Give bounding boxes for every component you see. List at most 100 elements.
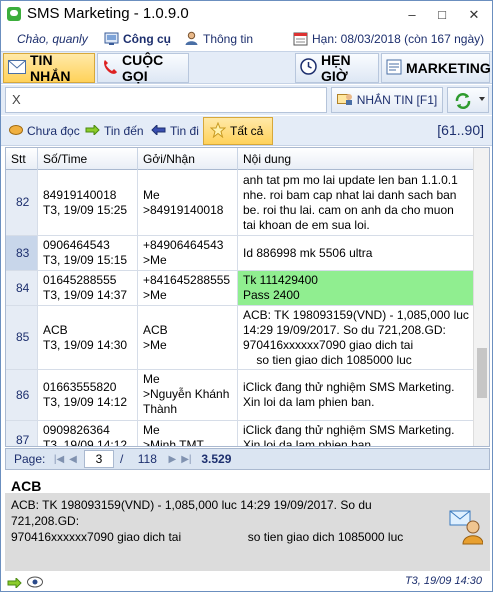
messages-grid: Stt Số/Time Gởi/Nhận Nội dung 82 8491914… — [5, 147, 490, 447]
chevron-down-icon[interactable] — [479, 97, 485, 101]
filter-incoming[interactable]: Tin đến — [79, 117, 150, 145]
filter-all-label: Tất cả — [230, 124, 264, 138]
header-content[interactable]: Nội dung — [238, 148, 474, 170]
incoming-arrow-icon — [85, 123, 100, 138]
window-title: SMS Marketing - 1.0.9.0 — [27, 5, 189, 22]
main-tab-bar: TIN NHẮN CUỘC GỌI HẸN GIỜ MARKETING — [1, 51, 492, 84]
phone-icon — [102, 59, 118, 78]
tools-menu[interactable]: Công cụ — [104, 31, 171, 46]
recipient-input[interactable]: X — [5, 87, 327, 113]
user-icon — [184, 31, 199, 46]
row-number-time: 01645288555 T3, 19/09 14:37 — [38, 271, 138, 305]
filter-unread-label: Chưa đọc — [27, 124, 80, 138]
filter-unread[interactable]: Chưa đọc — [3, 117, 86, 145]
row-from: +841645288555 — [143, 273, 231, 287]
send-message-label: NHẮN TIN [F1] — [356, 93, 438, 107]
grid-scrollbar[interactable] — [473, 148, 489, 446]
tab-calls-label: CUỘC GỌI — [122, 52, 164, 84]
row-from: ACB — [143, 323, 168, 337]
incoming-arrow-icon — [7, 576, 22, 591]
table-row[interactable]: 82 84919140018 T3, 19/09 15:25 Me >84919… — [6, 170, 474, 236]
row-number-time: 01663555820 T3, 19/09 14:12 — [38, 370, 138, 420]
table-row[interactable]: 83 0906464543 T3, 19/09 15:15 +849064645… — [6, 236, 474, 271]
unread-icon — [9, 124, 23, 138]
minimize-button[interactable]: – — [401, 6, 423, 24]
greeting-text: Chào, quanly — [17, 32, 88, 46]
refresh-button[interactable] — [447, 87, 489, 113]
row-direction: +84906464543 >Me — [138, 236, 238, 270]
next-page-icon[interactable]: ▶ — [165, 454, 179, 465]
tab-messages-label: TIN NHẮN — [30, 52, 71, 84]
app-window: SMS Marketing - 1.0.9.0 – □ ✕ Chào, quan… — [0, 0, 493, 592]
row-to: >84919140018 — [143, 203, 224, 217]
row-number: 0906464543 — [43, 238, 110, 252]
row-content: Tk 111429400 Pass 2400 — [238, 271, 474, 305]
row-time: T3, 19/09 14:12 — [43, 395, 128, 409]
page-separator: / — [120, 452, 124, 466]
row-number-time: 0909826364 T3, 19/09 14:12 — [38, 421, 138, 447]
row-time: T3, 19/09 15:15 — [43, 253, 128, 267]
row-number-time: ACB T3, 19/09 14:30 — [38, 306, 138, 369]
app-logo-icon — [7, 7, 21, 21]
refresh-icon — [454, 92, 472, 113]
reply-icon[interactable] — [449, 509, 484, 545]
table-row[interactable]: 87 0909826364 T3, 19/09 14:12 Me >Minh T… — [6, 421, 474, 447]
row-number: 01663555820 — [43, 380, 117, 394]
header-number-time[interactable]: Số/Time — [38, 148, 138, 170]
tab-messages[interactable]: TIN NHẮN — [3, 52, 95, 84]
table-row[interactable]: 84 01645288555 T3, 19/09 14:37 +84164528… — [6, 271, 474, 306]
detail-message: ACB: TK 198093159(VND) - 1,085,000 luc 1… — [11, 498, 404, 544]
row-from: +84906464543 — [143, 238, 224, 252]
eye-icon[interactable] — [27, 576, 43, 591]
detail-sender: ACB — [11, 478, 42, 494]
last-page-icon[interactable]: ▶| — [179, 454, 193, 465]
row-direction: Me >Nguyễn Khánh Thành — [138, 370, 238, 420]
filter-all[interactable]: Tất cả — [203, 117, 273, 145]
row-stt: 83 — [6, 236, 38, 270]
row-number: 01645288555 — [43, 273, 117, 287]
header-direction[interactable]: Gởi/Nhận — [138, 148, 238, 170]
first-page-icon[interactable]: |◀ — [52, 454, 66, 465]
row-direction: ACB >Me — [138, 306, 238, 369]
table-row[interactable]: 86 01663555820 T3, 19/09 14:12 Me >Nguyễ… — [6, 370, 474, 421]
row-direction: Me >Minh TMT — [138, 421, 238, 446]
row-stt: 86 — [6, 370, 38, 420]
about-menu[interactable]: Thông tin — [184, 31, 253, 46]
header-stt[interactable]: Stt — [6, 148, 38, 170]
row-to: >Me — [143, 288, 167, 302]
envelope-icon — [8, 59, 26, 77]
table-row[interactable]: 85 ACB T3, 19/09 14:30 ACB >Me ACB: TK 1… — [6, 306, 474, 370]
row-from: Me — [143, 188, 160, 202]
search-row: X NHẮN TIN [F1] — [1, 85, 492, 115]
row-time: T3, 19/09 14:12 — [43, 438, 128, 447]
row-time: T3, 19/09 14:30 — [43, 338, 128, 352]
send-message-button[interactable]: NHẮN TIN [F1] — [331, 87, 443, 113]
page-number-input[interactable]: 3 — [84, 450, 114, 468]
row-number: 0909826364 — [43, 423, 110, 437]
tab-schedule[interactable]: HẸN GIỜ — [295, 52, 379, 84]
record-count: 3.529 — [201, 452, 232, 466]
row-to: >Me — [143, 253, 167, 267]
prev-page-icon[interactable]: ◀ — [66, 454, 80, 465]
row-stt: 84 — [6, 271, 38, 305]
row-direction: Me >84919140018 — [138, 170, 238, 235]
detail-time: T3, 19/09 14:30 — [404, 575, 482, 587]
star-icon — [209, 121, 227, 141]
filter-row: Chưa đọc Tin đến Tin đi Tất cả [61..90] — [1, 116, 492, 146]
row-to: >Nguyễn Khánh Thành — [143, 387, 230, 416]
pager: Page: |◀ ◀ 3 / 118 ▶ ▶| 3.529 — [5, 448, 490, 470]
filter-outgoing[interactable]: Tin đi — [145, 117, 205, 145]
tab-calls[interactable]: CUỘC GỌI — [97, 52, 189, 84]
grid-header: Stt Số/Time Gởi/Nhận Nội dung — [6, 148, 474, 170]
tab-marketing[interactable]: MARKETING — [381, 53, 491, 83]
expiry-label: Hạn: 08/03/2018 (còn 167 ngày) — [312, 31, 485, 46]
scrollbar-thumb[interactable] — [477, 348, 487, 398]
row-from: Me — [143, 372, 160, 386]
expiry-info: Hạn: 08/03/2018 (còn 167 ngày) — [293, 31, 484, 46]
marketing-icon — [386, 59, 402, 78]
close-button[interactable]: ✕ — [463, 6, 485, 24]
maximize-button[interactable]: □ — [431, 6, 453, 24]
detail-panel: ACB: TK 198093159(VND) - 1,085,000 luc 1… — [5, 493, 490, 571]
row-content: anh tat pm mo lai update len ban 1.1.0.1… — [238, 170, 474, 235]
row-stt: 85 — [6, 306, 38, 369]
